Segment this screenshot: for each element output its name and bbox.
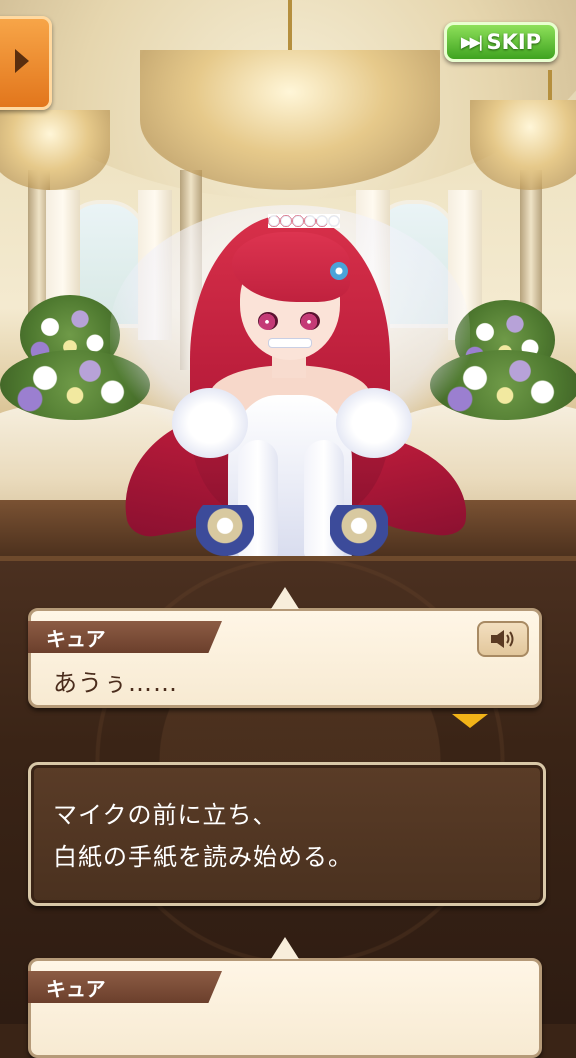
speaker-icon [491, 630, 514, 648]
speaker-name-tag: キュア [28, 971, 222, 1003]
chandelier [470, 100, 576, 190]
dress-sleeve [336, 388, 412, 458]
next-indicator-icon [452, 714, 488, 728]
chandelier [140, 50, 440, 190]
dress-sleeve [172, 388, 248, 458]
flower-hairpin [330, 262, 348, 280]
speech-bubble: キュア [28, 937, 542, 1058]
skip-button[interactable]: ▶▶| SKIP [444, 22, 558, 62]
narration-line: マイクの前に立ち、 [53, 801, 278, 829]
speech-text: あうぅ…… [53, 669, 178, 697]
bouquet [330, 505, 388, 557]
narration-line: 白紙の手紙を読み始める。 [53, 843, 353, 871]
scene-background [0, 0, 576, 560]
menu-toggle-button[interactable] [0, 16, 52, 110]
tiara [268, 214, 340, 228]
character-eye [258, 312, 278, 330]
speaker-name-tag: キュア [28, 621, 222, 653]
narration-box: マイクの前に立ち、 白紙の手紙を読み始める。 [28, 762, 546, 906]
chandelier [0, 110, 110, 190]
voice-replay-button[interactable] [477, 621, 529, 657]
fast-forward-icon: ▶▶| [460, 33, 483, 51]
character-eye [300, 312, 320, 330]
bouquet [196, 505, 254, 557]
speech-bubble: キュア あうぅ…… [28, 587, 542, 708]
choker [268, 338, 312, 348]
play-triangle-icon [15, 49, 29, 73]
skip-label: SKIP [486, 30, 542, 54]
